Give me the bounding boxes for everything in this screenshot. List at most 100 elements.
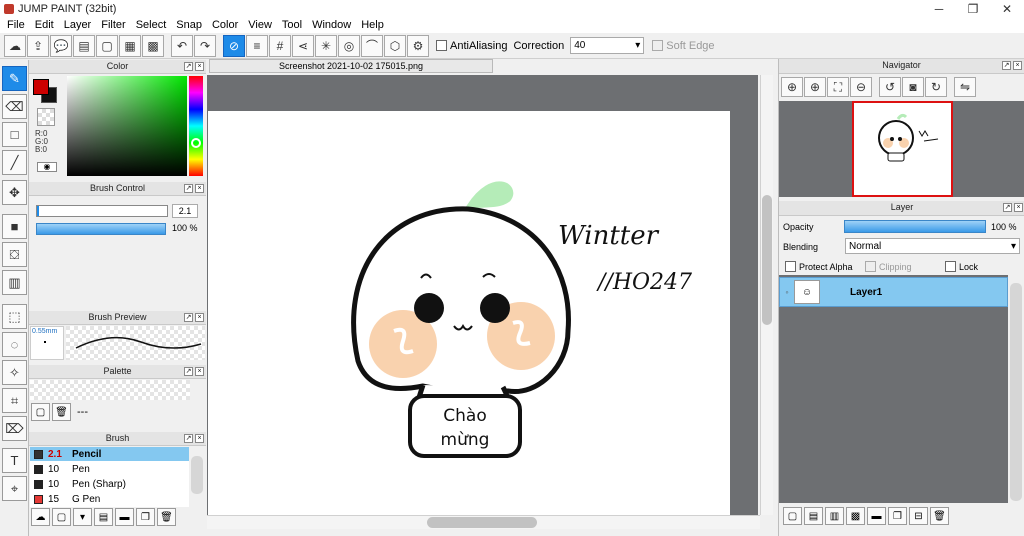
- snap-parallel-icon[interactable]: ≡: [246, 34, 268, 57]
- new-8bit-layer-icon[interactable]: ▤: [804, 507, 823, 525]
- menu-layer[interactable]: Layer: [59, 19, 97, 31]
- pen-tool-icon[interactable]: ✎: [2, 66, 27, 91]
- menu-view[interactable]: View: [243, 19, 277, 31]
- menu-filter[interactable]: Filter: [96, 19, 130, 31]
- navigator-thumbnail[interactable]: [852, 101, 953, 197]
- layer-folder-icon[interactable]: ▬: [867, 507, 886, 525]
- snap-off-icon[interactable]: ⊘: [223, 34, 245, 57]
- zoom-plus-icon[interactable]: ⊕: [804, 77, 826, 97]
- rotate-left-icon[interactable]: ↺: [879, 77, 901, 97]
- copy-brush-icon[interactable]: ❐: [136, 508, 155, 526]
- zoom-out-icon[interactable]: ⊖: [850, 77, 872, 97]
- delete-palette-icon[interactable]: 🗑: [52, 403, 71, 421]
- rect-select-tool-icon[interactable]: ⬚: [2, 304, 27, 329]
- flip-horizontal-icon[interactable]: ⇋: [954, 77, 976, 97]
- new-brush-icon[interactable]: ▢: [52, 508, 71, 526]
- line-tool-icon[interactable]: ╱: [2, 150, 27, 175]
- antialiasing-checkbox[interactable]: AntiAliasing: [436, 40, 507, 52]
- brush-size-slider[interactable]: [36, 205, 168, 217]
- minimize-icon[interactable]: ─: [922, 0, 956, 17]
- undock-icon[interactable]: ↗: [1003, 203, 1012, 212]
- saturation-value-square[interactable]: [67, 76, 187, 176]
- snap-circle-icon[interactable]: ◎: [338, 34, 360, 57]
- select-eraser-tool-icon[interactable]: ⌦: [2, 416, 27, 441]
- brush-settings-icon[interactable]: ▤: [94, 508, 113, 526]
- cloud-brush-icon[interactable]: ☁: [31, 508, 50, 526]
- folder-icon[interactable]: ▬: [115, 508, 134, 526]
- undock-icon[interactable]: ↗: [184, 367, 193, 376]
- foreground-color-front[interactable]: [33, 79, 49, 95]
- hue-slider[interactable]: [189, 76, 203, 176]
- snap-radial-icon[interactable]: ✳: [315, 34, 337, 57]
- new-palette-icon[interactable]: ▢: [31, 403, 50, 421]
- soft-edge-checkbox[interactable]: Soft Edge: [652, 40, 715, 52]
- new-1bit-layer-icon[interactable]: ▥: [825, 507, 844, 525]
- delete-layer-icon[interactable]: 🗑: [930, 507, 949, 525]
- grid-icon[interactable]: ▩: [142, 34, 164, 57]
- duplicate-layer-icon[interactable]: ❐: [888, 507, 907, 525]
- hue-slider-handle[interactable]: [191, 138, 201, 148]
- redo-icon[interactable]: ↷: [194, 34, 216, 57]
- brush-menu-icon[interactable]: ▾: [73, 508, 92, 526]
- scroll-thumb[interactable]: [762, 195, 772, 325]
- undock-icon[interactable]: ↗: [184, 62, 193, 71]
- close-icon[interactable]: ×: [195, 313, 204, 322]
- menu-select[interactable]: Select: [131, 19, 172, 31]
- undock-icon[interactable]: ↗: [184, 434, 193, 443]
- message-icon[interactable]: ▤: [73, 34, 95, 57]
- zoom-in-icon[interactable]: ⊕: [781, 77, 803, 97]
- close-icon[interactable]: ×: [1013, 61, 1022, 70]
- menu-file[interactable]: File: [2, 19, 30, 31]
- brush-item-pen[interactable]: 10 Pen: [30, 462, 189, 477]
- comment-icon[interactable]: 💬: [50, 34, 72, 57]
- delete-brush-icon[interactable]: 🗑: [157, 508, 176, 526]
- close-icon[interactable]: ×: [195, 367, 204, 376]
- layer-list-scrollbar[interactable]: [1010, 283, 1022, 501]
- brush-size-value[interactable]: 2.1: [172, 204, 198, 218]
- close-icon[interactable]: ×: [195, 434, 204, 443]
- visibility-eye-icon[interactable]: ◦: [780, 287, 794, 297]
- brush-opacity-slider[interactable]: [36, 223, 166, 235]
- reset-rotation-icon[interactable]: ◙: [902, 77, 924, 97]
- layer-item[interactable]: ◦ ☺ Layer1: [779, 277, 1008, 307]
- cloud-icon[interactable]: ☁: [4, 34, 26, 57]
- undock-icon[interactable]: ↗: [184, 184, 193, 193]
- transparent-swatch[interactable]: [37, 108, 55, 126]
- menu-snap[interactable]: Snap: [171, 19, 207, 31]
- snap-polygon-icon[interactable]: ⬡: [384, 34, 406, 57]
- lasso-tool-icon[interactable]: ◌: [2, 332, 27, 357]
- layer-opacity-slider[interactable]: [844, 220, 986, 233]
- brush-item-pencil[interactable]: 2.1 Pencil: [30, 447, 189, 462]
- select-pen-tool-icon[interactable]: ⌗: [2, 388, 27, 413]
- drawing-canvas[interactable]: Chào mừng Wintter //HO247: [208, 111, 730, 515]
- canvas-horizontal-scrollbar[interactable]: [207, 515, 760, 529]
- menu-window[interactable]: Window: [307, 19, 356, 31]
- menu-tool[interactable]: Tool: [277, 19, 307, 31]
- text-tool-icon[interactable]: T: [2, 448, 27, 473]
- gradient-tool-icon[interactable]: ▥: [2, 270, 27, 295]
- eyedropper-tool-icon[interactable]: ⌖: [2, 476, 27, 501]
- move-tool-icon[interactable]: ✥: [2, 180, 27, 205]
- menu-edit[interactable]: Edit: [30, 19, 59, 31]
- palette-swatches[interactable]: [30, 380, 190, 400]
- protect-alpha-checkbox[interactable]: Protect Alpha: [785, 261, 853, 272]
- lock-checkbox[interactable]: Lock: [945, 261, 978, 272]
- undo-icon[interactable]: ↶: [171, 34, 193, 57]
- maximize-icon[interactable]: ❐: [956, 0, 990, 17]
- menu-help[interactable]: Help: [356, 19, 389, 31]
- clipping-checkbox[interactable]: Clipping: [865, 261, 912, 272]
- merge-layer-icon[interactable]: ⊟: [909, 507, 928, 525]
- close-icon[interactable]: ✕: [990, 0, 1024, 17]
- canvas-vertical-scrollbar[interactable]: [760, 75, 773, 515]
- halftone-layer-icon[interactable]: ▩: [846, 507, 865, 525]
- undock-icon[interactable]: ↗: [184, 313, 193, 322]
- scroll-thumb[interactable]: [427, 517, 537, 528]
- rect-fill-tool-icon[interactable]: ■: [2, 214, 27, 239]
- close-icon[interactable]: ×: [195, 62, 204, 71]
- snap-cross-icon[interactable]: #: [269, 34, 291, 57]
- bucket-tool-icon[interactable]: ⛋: [2, 242, 27, 267]
- brush-item-g-pen[interactable]: 15 G Pen: [30, 492, 189, 507]
- close-icon[interactable]: ×: [195, 184, 204, 193]
- layout-icon[interactable]: ▦: [119, 34, 141, 57]
- close-icon[interactable]: ×: [1014, 203, 1023, 212]
